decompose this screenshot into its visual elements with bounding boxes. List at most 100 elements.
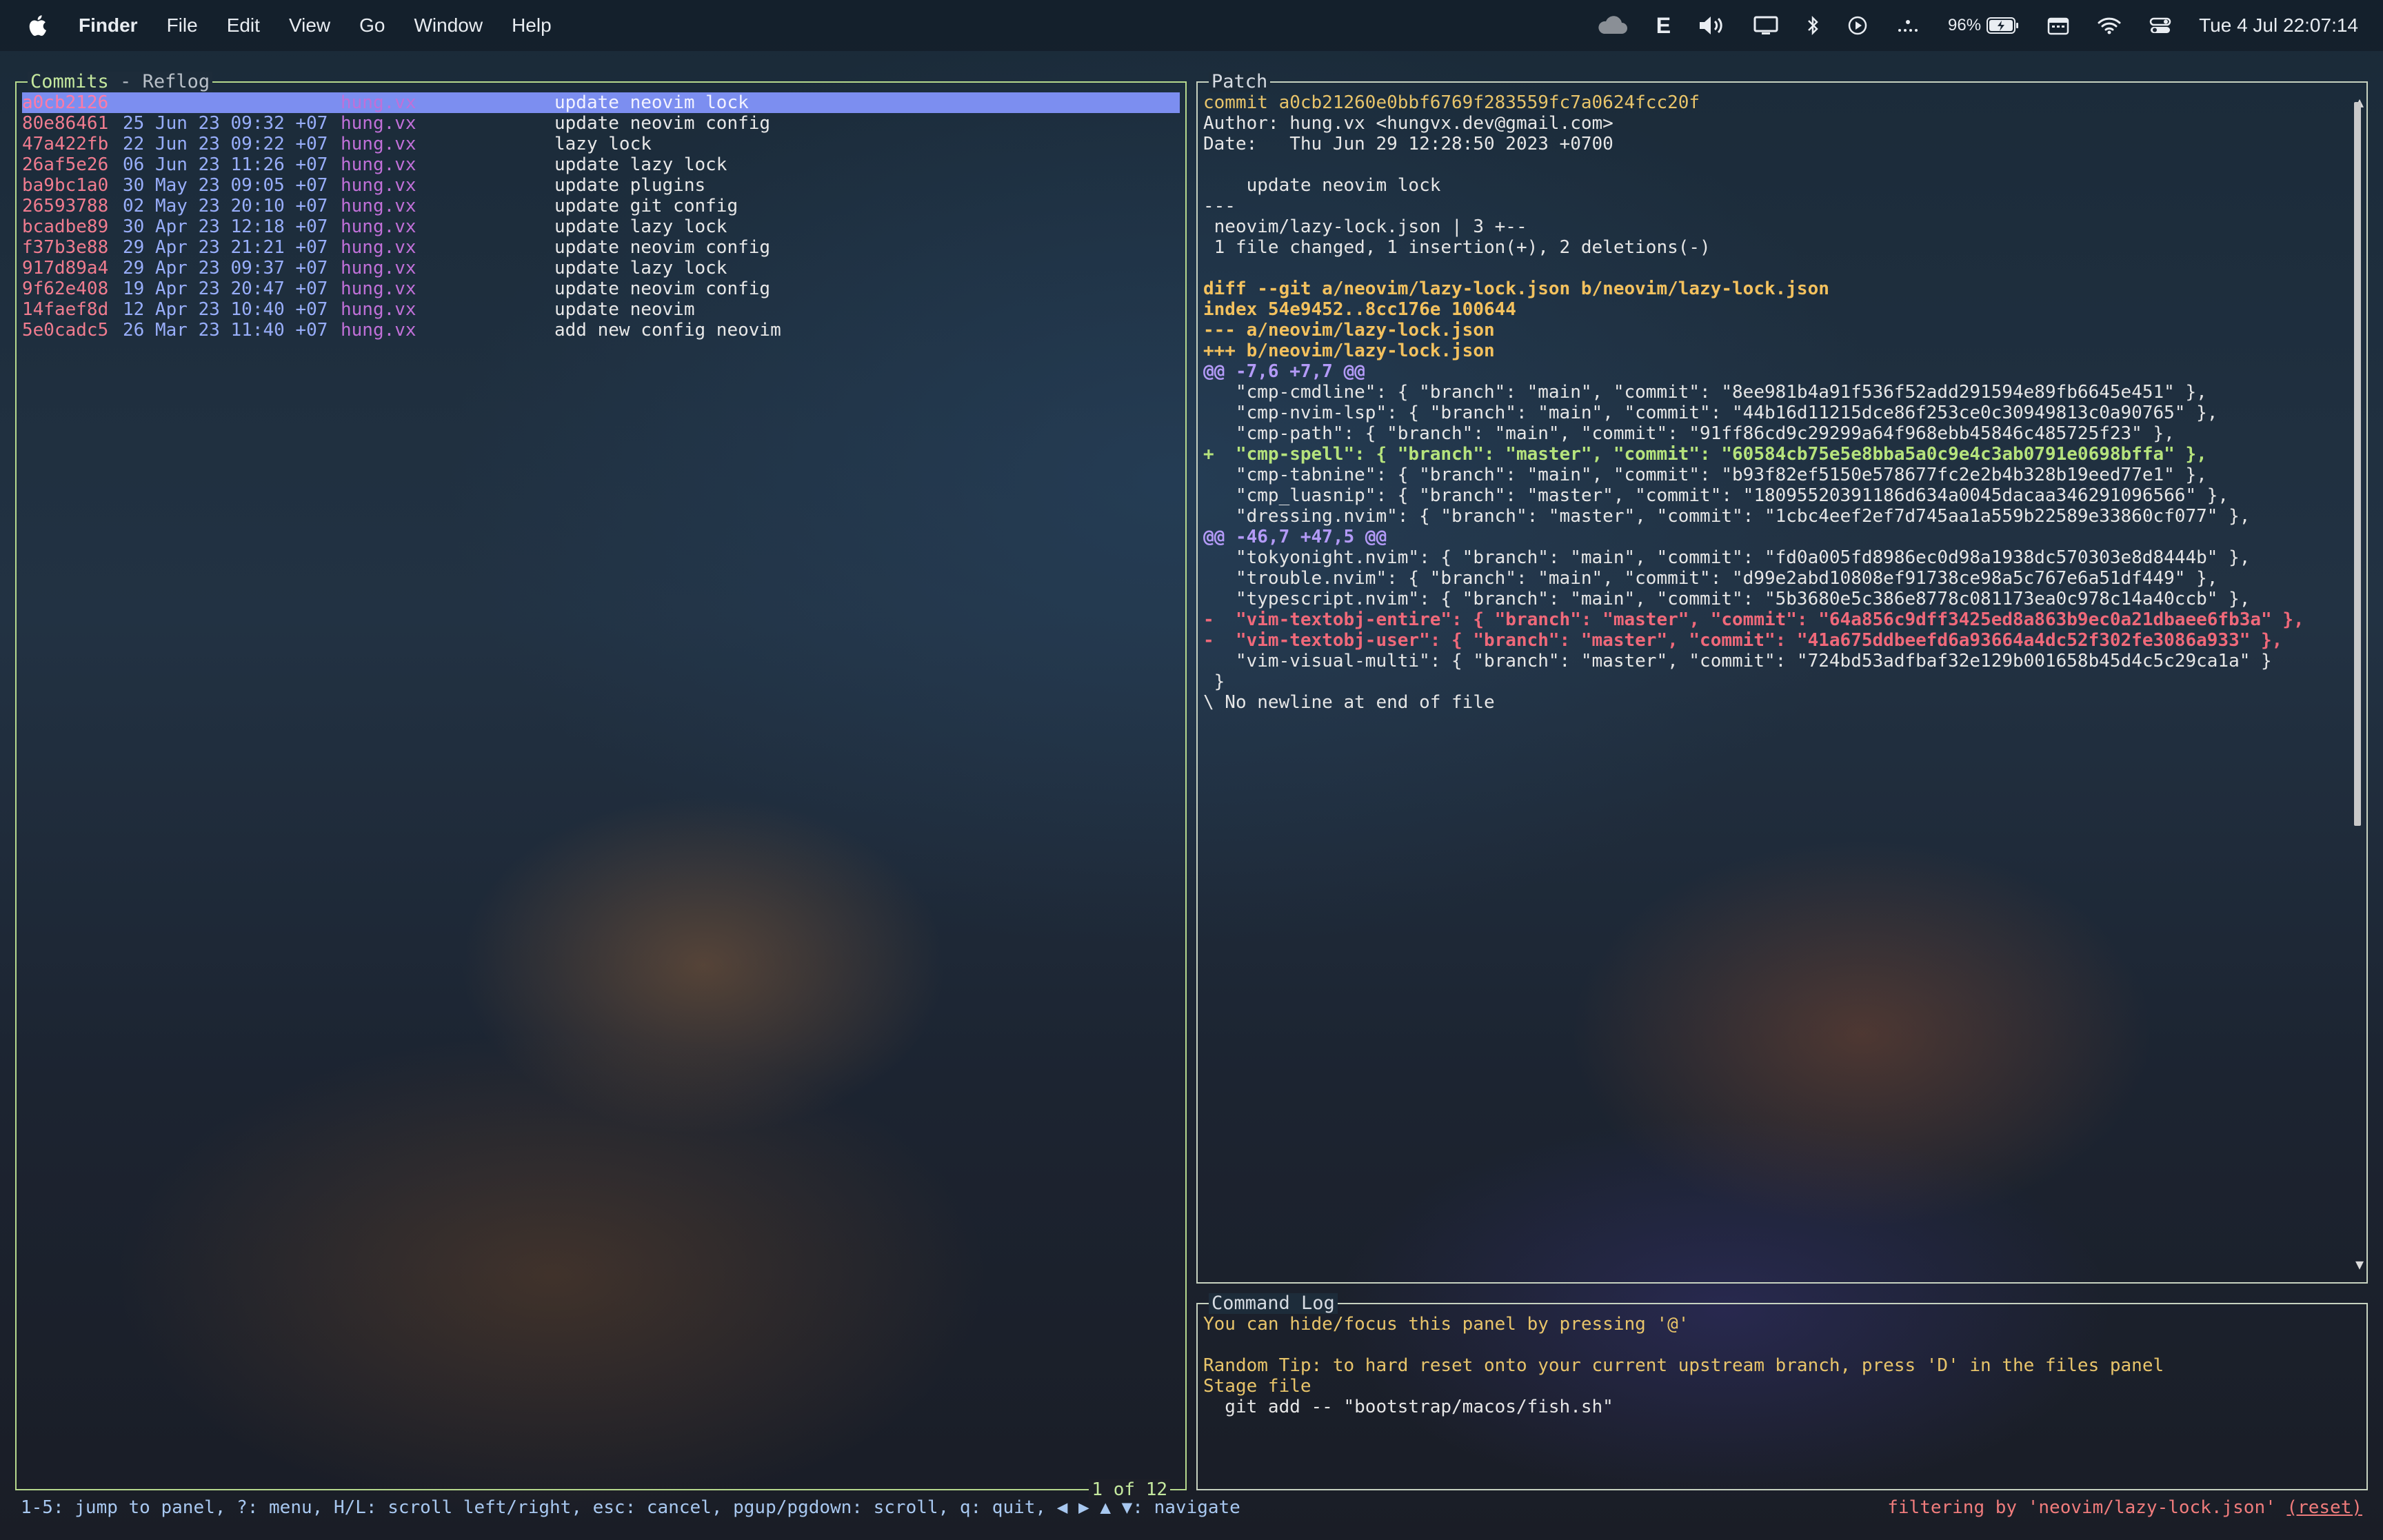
commit-date: 26 Mar 23 11:40 +07 — [123, 320, 328, 341]
battery-percent: 96% — [1948, 16, 1982, 34]
keyboard-e-icon[interactable]: E — [1656, 13, 1671, 39]
commit-hash: bcadbe89 — [22, 216, 109, 237]
commits-panel[interactable]: Commits - Reflog a0cb2126 hung.vx update n… — [15, 72, 1187, 1500]
commit-author: hung.vx — [341, 320, 416, 341]
menu-help[interactable]: Help — [512, 14, 552, 37]
navigate-arrows-icon: ◀ ▶ ▲ ▼ — [1056, 1497, 1133, 1518]
cloud-icon[interactable] — [1596, 16, 1629, 35]
control-center-icon[interactable] — [2149, 16, 2171, 35]
menu-file[interactable]: File — [167, 14, 198, 37]
menu-edit[interactable]: Edit — [227, 14, 260, 37]
patch-line: --- — [1203, 196, 1236, 216]
patch-panel[interactable]: Patch commit a0cb21260e0bbf6769f283559fc… — [1196, 72, 2368, 1284]
apple-logo-icon[interactable] — [28, 14, 47, 37]
patch-line — [1203, 258, 2361, 278]
bluetooth-icon[interactable] — [1806, 15, 1820, 36]
commit-hash: 14faef8d — [22, 299, 109, 320]
patch-line: "cmp-path": { "branch": "main", "commit"… — [1203, 423, 2175, 444]
filter-label: filtering by 'neovim/lazy-lock.json' — [1887, 1497, 2287, 1518]
patch-line: +++ b/neovim/lazy-lock.json — [1203, 341, 1495, 361]
battery-indicator[interactable]: 96% — [1948, 16, 2020, 35]
command-log-line: git add -- "bootstrap/macos/fish.sh" — [1203, 1397, 1613, 1417]
title-separator: - — [108, 71, 143, 92]
command-log-title: Command Log — [1209, 1293, 1338, 1314]
commit-author: hung.vx — [341, 175, 416, 196]
commit-row[interactable]: bcadbe89 30 Apr 23 12:18 +07 hung.vx update… — [22, 216, 1180, 237]
patch-line: "typescript.nvim": { "branch": "main", "… — [1203, 589, 2251, 609]
commit-message: update neovim lock — [554, 92, 749, 113]
volume-icon[interactable] — [1698, 15, 1726, 36]
commit-hash: f37b3e88 — [22, 237, 109, 258]
scroll-thumb[interactable] — [2354, 102, 2361, 826]
battery-icon — [1987, 17, 2019, 34]
commit-date: 30 Apr 23 12:18 +07 — [123, 216, 328, 237]
commit-hash: 26af5e26 — [22, 154, 109, 175]
menu-app-finder[interactable]: Finder — [79, 14, 138, 37]
calendar-icon[interactable] — [2047, 16, 2069, 35]
patch-line: --- a/neovim/lazy-lock.json — [1203, 320, 1495, 341]
commit-message: update neovim — [554, 299, 695, 320]
play-icon[interactable] — [1847, 15, 1868, 36]
scroll-down-icon[interactable]: ▼ — [2355, 1256, 2364, 1273]
wifi-icon[interactable] — [2097, 16, 2122, 35]
patch-line: "cmp-cmdline": { "branch": "main", "comm… — [1203, 382, 2207, 403]
weather-dots-icon[interactable] — [1896, 15, 1920, 36]
patch-line: "cmp_luasnip": { "branch": "master", "co… — [1203, 485, 2229, 506]
commit-row[interactable]: f37b3e88 29 Apr 23 21:21 +07 hung.vx update… — [22, 237, 1180, 258]
commit-row[interactable]: 5e0cadc5 26 Mar 23 11:40 +07 hung.vx add ne… — [22, 320, 1180, 341]
patch-line: Date: Thu Jun 29 12:28:50 2023 +0700 — [1203, 134, 1613, 154]
patch-line: neovim/lazy-lock.json | 3 +-- — [1203, 216, 1527, 237]
reset-filter-link[interactable]: (reset) — [2286, 1497, 2362, 1518]
commit-date: 19 Apr 23 20:47 +07 — [123, 278, 328, 299]
commit-row[interactable]: 47a422fb 22 Jun 23 09:22 +07 hung.vx lazy l… — [22, 134, 1180, 154]
patch-content: commit a0cb21260e0bbf6769f283559fc7a0624… — [1203, 92, 2361, 713]
commit-row[interactable]: 26af5e26 06 Jun 23 11:26 +07 hung.vx update… — [22, 154, 1180, 175]
commit-row[interactable]: 9f62e408 19 Apr 23 20:47 +07 hung.vx update… — [22, 278, 1180, 299]
commit-row[interactable]: ba9bc1a0 30 May 23 09:05 +07 hung.vx update… — [22, 175, 1180, 196]
menu-view[interactable]: View — [289, 14, 330, 37]
commit-author: hung.vx — [341, 154, 416, 175]
commit-author: hung.vx — [341, 134, 416, 154]
patch-line: @@ -7,6 +7,7 @@ — [1203, 361, 1365, 382]
commit-row[interactable]: 14faef8d 12 Apr 23 10:40 +07 hung.vx update… — [22, 299, 1180, 320]
patch-scrollbar[interactable] — [2354, 102, 2361, 1263]
patch-line: @@ -46,7 +47,5 @@ — [1203, 527, 1387, 547]
patch-line: - "vim-textobj-entire": { "branch": "mas… — [1203, 609, 2304, 630]
commit-row[interactable]: 917d89a4 29 Apr 23 09:37 +07 hung.vx update… — [22, 258, 1180, 278]
commit-date: 02 May 23 20:10 +07 — [123, 196, 328, 216]
commit-author: hung.vx — [341, 237, 416, 258]
commit-message: update neovim config — [554, 278, 771, 299]
patch-line: "dressing.nvim": { "branch": "master", "… — [1203, 506, 2251, 527]
commit-hash: 26593788 — [22, 196, 109, 216]
menu-go[interactable]: Go — [359, 14, 385, 37]
patch-panel-title: Patch — [1209, 72, 1271, 92]
command-log-line: You can hide/focus this panel by pressin… — [1203, 1314, 1689, 1335]
commit-author: hung.vx — [341, 278, 416, 299]
patch-line: diff --git a/neovim/lazy-lock.json b/neo… — [1203, 278, 1829, 299]
commit-row[interactable]: 80e86461 25 Jun 23 09:32 +07 hung.vx update… — [22, 113, 1180, 134]
commit-hash: 47a422fb — [22, 134, 109, 154]
commit-message: update git config — [554, 196, 738, 216]
menu-clock[interactable]: Tue 4 Jul 22:07:14 — [2199, 14, 2358, 37]
commit-message: update neovim config — [554, 113, 771, 134]
commit-hash: 917d89a4 — [22, 258, 109, 278]
command-log-line — [1203, 1335, 2361, 1355]
commit-row-selected[interactable]: a0cb2126 hung.vx update neovim lock — [22, 92, 1180, 113]
commit-hash: 80e86461 — [22, 113, 109, 134]
menu-window[interactable]: Window — [414, 14, 483, 37]
commit-date: 30 May 23 09:05 +07 — [123, 175, 328, 196]
commit-hash: ba9bc1a0 — [22, 175, 109, 196]
command-log-panel[interactable]: Command Log You can hide/focus this pane… — [1196, 1293, 2368, 1490]
commit-author: hung.vx — [341, 299, 416, 320]
commit-date: 29 Apr 23 21:21 +07 — [123, 237, 328, 258]
reflog-tab[interactable]: Reflog — [143, 71, 210, 92]
patch-line — [1203, 154, 2361, 175]
display-icon[interactable] — [1753, 15, 1778, 36]
patch-line: "cmp-tabnine": { "branch": "main", "comm… — [1203, 465, 2207, 485]
patch-line: index 54e9452..8cc176e 100644 — [1203, 299, 1516, 320]
command-log-line: Stage file — [1203, 1376, 1311, 1397]
commits-tab[interactable]: Commits — [30, 71, 109, 92]
patch-line: "vim-visual-multi": { "branch": "master"… — [1203, 651, 2272, 671]
commit-row[interactable]: 26593788 02 May 23 20:10 +07 hung.vx update… — [22, 196, 1180, 216]
commit-list[interactable]: a0cb2126 hung.vx update neovim lock 80e8646… — [22, 92, 1180, 341]
